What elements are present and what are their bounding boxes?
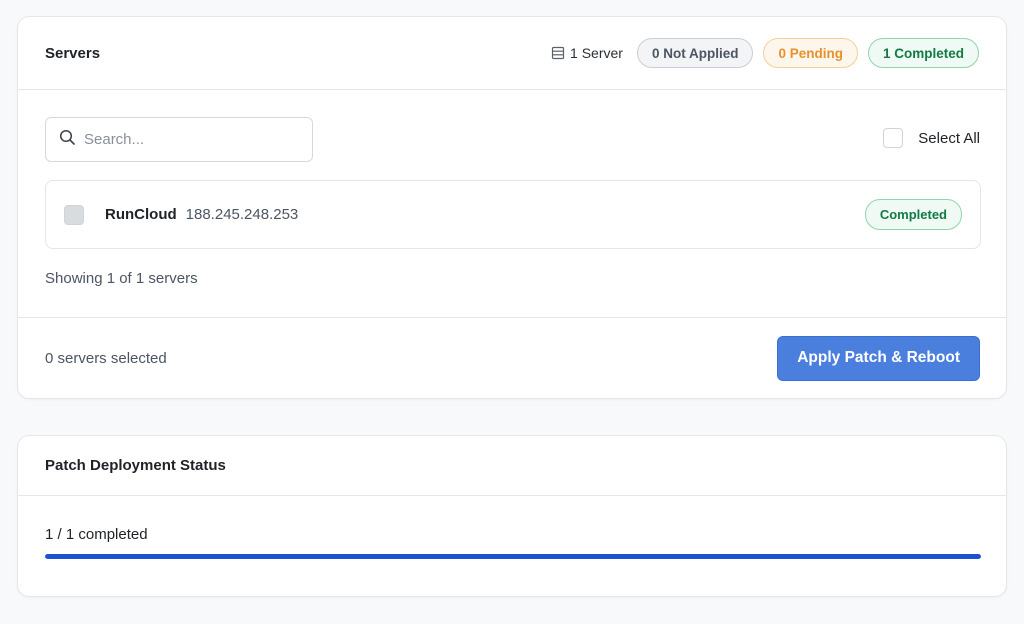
search-box[interactable] bbox=[45, 117, 313, 162]
progress-label: 1 / 1 completed bbox=[45, 526, 148, 543]
patch-status-card: Patch Deployment Status 1 / 1 completed bbox=[17, 435, 1007, 597]
server-count: 1 Server bbox=[551, 45, 623, 61]
servers-card-footer: 0 servers selected Apply Patch & Reboot bbox=[18, 318, 1006, 398]
select-all[interactable]: Select All bbox=[883, 128, 980, 148]
patch-status-header: Patch Deployment Status bbox=[18, 436, 1006, 496]
server-row-checkbox bbox=[64, 204, 84, 225]
header-stats: 1 Server 0 Not Applied 0 Pending 1 Compl… bbox=[551, 38, 979, 68]
pending-badge: 0 Pending bbox=[763, 38, 858, 68]
patch-status-title: Patch Deployment Status bbox=[45, 457, 226, 474]
servers-card-header: Servers 1 Server 0 Not Applied 0 Pending… bbox=[18, 17, 1006, 90]
progress-bar-fill bbox=[45, 554, 981, 559]
not-applied-label: Not Applied bbox=[663, 45, 739, 61]
showing-count: Showing 1 of 1 servers bbox=[45, 270, 198, 287]
servers-card: Servers 1 Server 0 Not Applied 0 Pending… bbox=[17, 16, 1007, 399]
server-name: RunCloud bbox=[105, 206, 177, 223]
servers-title: Servers bbox=[45, 44, 101, 62]
not-applied-badge: 0 Not Applied bbox=[636, 38, 754, 68]
completed-badge: 1 Completed bbox=[867, 38, 979, 68]
select-all-checkbox[interactable] bbox=[883, 128, 904, 148]
progress-section: 1 / 1 completed bbox=[18, 496, 1006, 559]
search-icon bbox=[59, 129, 76, 151]
not-applied-count: 0 bbox=[651, 45, 660, 61]
server-ip: 188.245.248.253 bbox=[185, 206, 299, 223]
apply-patch-reboot-button[interactable]: Apply Patch & Reboot bbox=[777, 335, 980, 381]
server-row[interactable]: RunCloud 188.245.248.253 Completed bbox=[45, 180, 981, 249]
progress-bar bbox=[45, 554, 981, 559]
server-count-label: 1 Server bbox=[570, 45, 623, 61]
servers-card-body: Select All RunCloud 188.245.248.253 Comp… bbox=[18, 90, 1006, 318]
server-status-badge: Completed bbox=[864, 199, 962, 230]
selected-count: 0 servers selected bbox=[45, 349, 167, 367]
select-all-label[interactable]: Select All bbox=[918, 130, 980, 147]
search-input[interactable] bbox=[82, 130, 296, 149]
server-icon bbox=[551, 46, 565, 60]
